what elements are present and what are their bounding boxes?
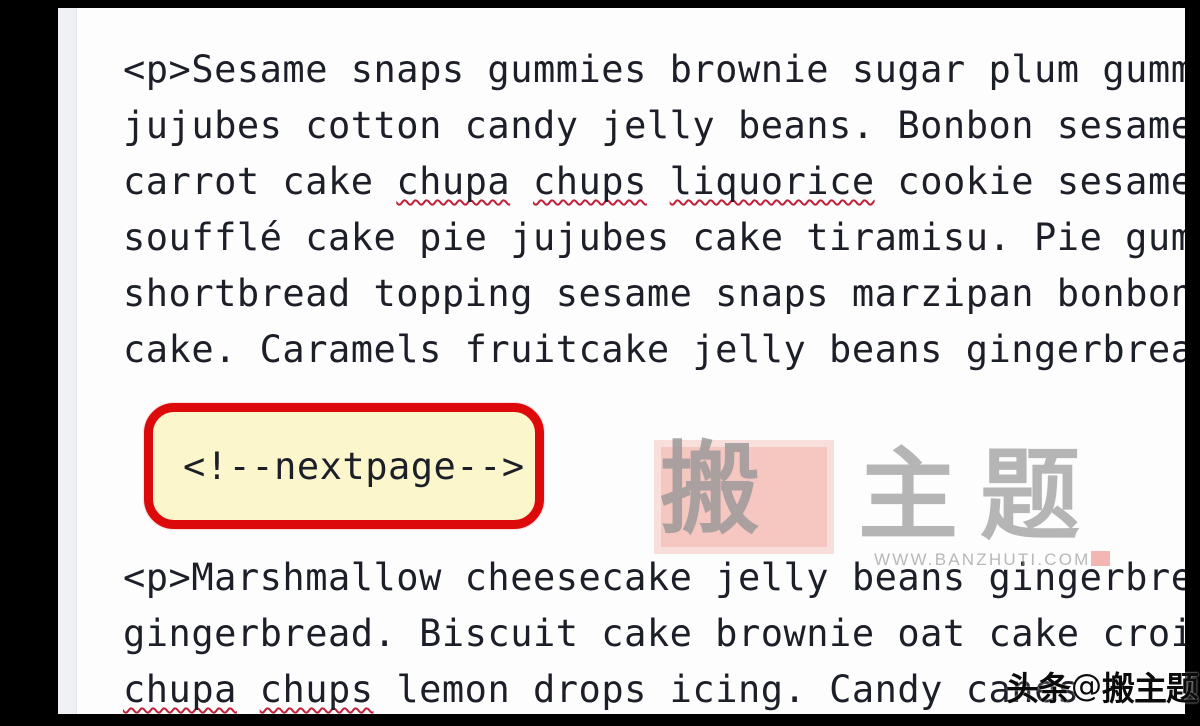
badge-handle: 搬主题: [1102, 669, 1199, 708]
screenshot-root: <p>Sesame snaps gummies brownie sugar pl…: [0, 0, 1200, 726]
code-paragraph-top[interactable]: <p>Sesame snaps gummies brownie sugar pl…: [123, 42, 1185, 378]
code-text: jujubes cotton candy jelly beans. Bonbon…: [123, 104, 1185, 147]
misspelled-word: liquorice: [669, 160, 875, 203]
author-badge: 头条 @ 搬主题: [1006, 662, 1199, 710]
misspelled-word: chupa: [396, 160, 511, 203]
code-line: gingerbread. Biscuit cake brownie oat ca…: [123, 606, 1185, 662]
editor-page-region: <p>Sesame snaps gummies brownie sugar pl…: [58, 8, 1185, 714]
code-text: <p>Marshmallow cheesecake jelly beans gi…: [123, 556, 1185, 599]
badge-platform: 头条: [1006, 669, 1071, 708]
code-line: cake. Caramels fruitcake jelly beans gin…: [123, 322, 1185, 378]
code-line: shortbread topping sesame snaps marzipan…: [123, 266, 1185, 322]
misspelled-word: chups: [532, 160, 647, 203]
editor-left-gutter: [58, 8, 77, 714]
watermark-char-3: 题: [980, 437, 1080, 554]
code-text: carrot cake: [123, 160, 397, 203]
code-line: <p>Sesame snaps gummies brownie sugar pl…: [123, 42, 1185, 98]
code-text: gingerbread. Biscuit cake brownie oat ca…: [123, 612, 1185, 655]
code-text: <p>Sesame snaps gummies brownie sugar pl…: [123, 48, 1185, 91]
code-text: cookie sesame snaps: [897, 160, 1185, 203]
editor-canvas[interactable]: <p>Sesame snaps gummies brownie sugar pl…: [78, 8, 1185, 714]
code-text: lemon drops icing. Candy canes: [373, 668, 1103, 711]
nextpage-annotation-callout: <!--nextpage-->: [144, 403, 544, 529]
badge-at-symbol: @: [1071, 668, 1102, 704]
code-line: carrot cake chupa chups liquorice cookie…: [123, 154, 1185, 210]
code-text: soufflé cake pie jujubes cake tiramisu. …: [123, 216, 1185, 259]
misspelled-word: chupa: [123, 668, 237, 711]
code-text: shortbread topping sesame snaps marzipan…: [123, 272, 1185, 315]
misspelled-word: chups: [259, 668, 374, 711]
code-line: jujubes cotton candy jelly beans. Bonbon…: [123, 98, 1185, 154]
watermark-char-2: 主: [858, 437, 958, 554]
watermark-char-1: 搬: [660, 431, 760, 548]
code-line: soufflé cake pie jujubes cake tiramisu. …: [123, 210, 1185, 266]
code-line: <p>Marshmallow cheesecake jelly beans gi…: [123, 550, 1185, 606]
code-text: cake. Caramels fruitcake jelly beans gin…: [123, 328, 1185, 371]
watermark-stamp-box: [654, 440, 834, 554]
nextpage-comment-text: <!--nextpage-->: [183, 444, 525, 488]
